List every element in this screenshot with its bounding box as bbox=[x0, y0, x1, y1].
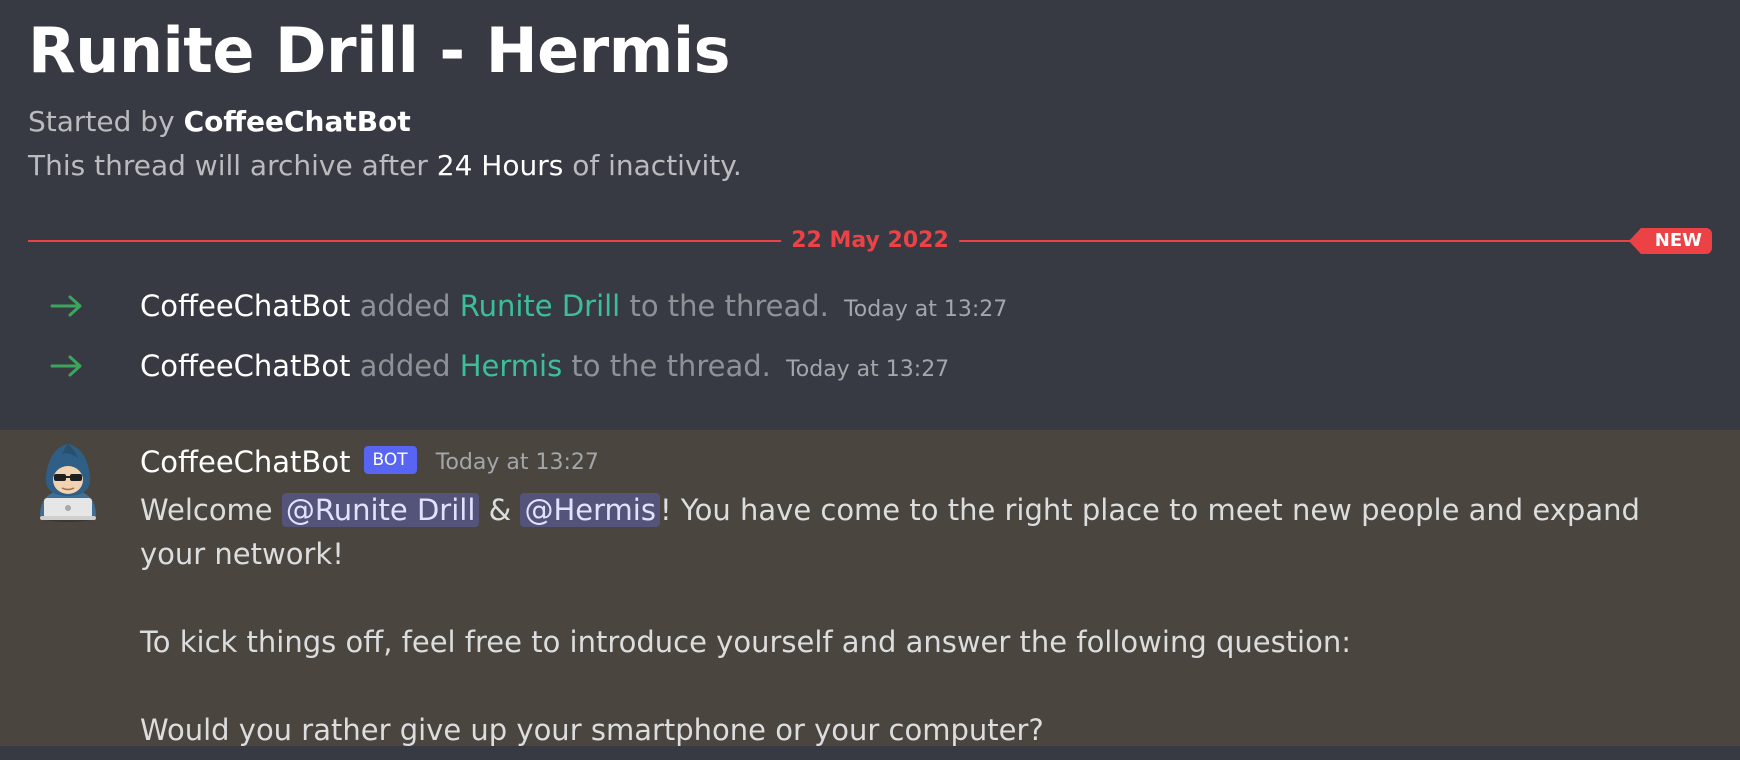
bottom-strip bbox=[0, 746, 1740, 760]
system-message-suffix: to the thread. bbox=[571, 349, 771, 383]
archive-notice: This thread will archive after 24 Hours … bbox=[28, 144, 742, 188]
hooded-hacker-avatar-icon[interactable] bbox=[32, 440, 104, 524]
system-message-text: CoffeeChatBot added Hermis to the thread… bbox=[140, 342, 949, 394]
bot-tag-badge: BOT bbox=[363, 446, 417, 474]
started-by-label: Started by bbox=[28, 105, 175, 138]
archive-duration: 24 Hours bbox=[436, 149, 564, 182]
archive-prefix: This thread will archive after bbox=[28, 149, 428, 182]
new-messages-divider: 22 May 2022 NEW bbox=[28, 226, 1712, 256]
message-paragraph: To kick things off, feel free to introdu… bbox=[140, 625, 1352, 659]
system-message-target[interactable]: Hermis bbox=[460, 349, 562, 383]
arrow-right-icon bbox=[50, 295, 82, 317]
arrow-right-icon bbox=[50, 355, 82, 377]
system-message-suffix: to the thread. bbox=[629, 289, 829, 323]
system-message-text: CoffeeChatBot added Runite Drill to the … bbox=[140, 282, 1007, 334]
message-body: Welcome @Runite Drill & @Hermis! You hav… bbox=[140, 488, 1700, 760]
divider-date: 22 May 2022 bbox=[781, 226, 959, 256]
ampersand-text: & bbox=[488, 493, 512, 527]
thread-starter-username[interactable]: CoffeeChatBot bbox=[184, 105, 411, 138]
system-message: CoffeeChatBot added Runite Drill to the … bbox=[0, 282, 1740, 330]
bot-message: CoffeeChatBot BOT Today at 13:27 Welcome… bbox=[0, 430, 1740, 747]
bot-username[interactable]: CoffeeChatBot bbox=[140, 445, 350, 479]
system-message-action: added bbox=[359, 349, 451, 383]
message-timestamp[interactable]: Today at 13:27 bbox=[436, 450, 599, 475]
new-badge: NEW bbox=[1628, 228, 1712, 254]
system-message: CoffeeChatBot added Hermis to the thread… bbox=[0, 342, 1740, 390]
system-message-action: added bbox=[359, 289, 451, 323]
message-paragraph: Welcome @Runite Drill & @Hermis! You hav… bbox=[140, 488, 1700, 576]
thread-header: Runite Drill - Hermis Started by CoffeeC… bbox=[28, 10, 742, 188]
user-mention[interactable]: @Runite Drill bbox=[281, 493, 480, 527]
system-message-actor[interactable]: CoffeeChatBot bbox=[140, 289, 350, 323]
message-timestamp[interactable]: Today at 13:27 bbox=[844, 297, 1007, 322]
welcome-prefix: Welcome bbox=[140, 493, 273, 527]
thread-title: Runite Drill - Hermis bbox=[28, 14, 731, 87]
discord-thread-view: Runite Drill - Hermis Started by CoffeeC… bbox=[0, 0, 1740, 760]
message-timestamp[interactable]: Today at 13:27 bbox=[786, 357, 949, 382]
thread-starter-line: Started by CoffeeChatBot bbox=[28, 100, 742, 144]
system-message-target[interactable]: Runite Drill bbox=[460, 289, 621, 323]
message-header: CoffeeChatBot BOT Today at 13:27 bbox=[140, 442, 599, 482]
user-mention[interactable]: @Hermis bbox=[520, 493, 660, 527]
archive-suffix: of inactivity. bbox=[572, 149, 742, 182]
system-message-actor[interactable]: CoffeeChatBot bbox=[140, 349, 350, 383]
